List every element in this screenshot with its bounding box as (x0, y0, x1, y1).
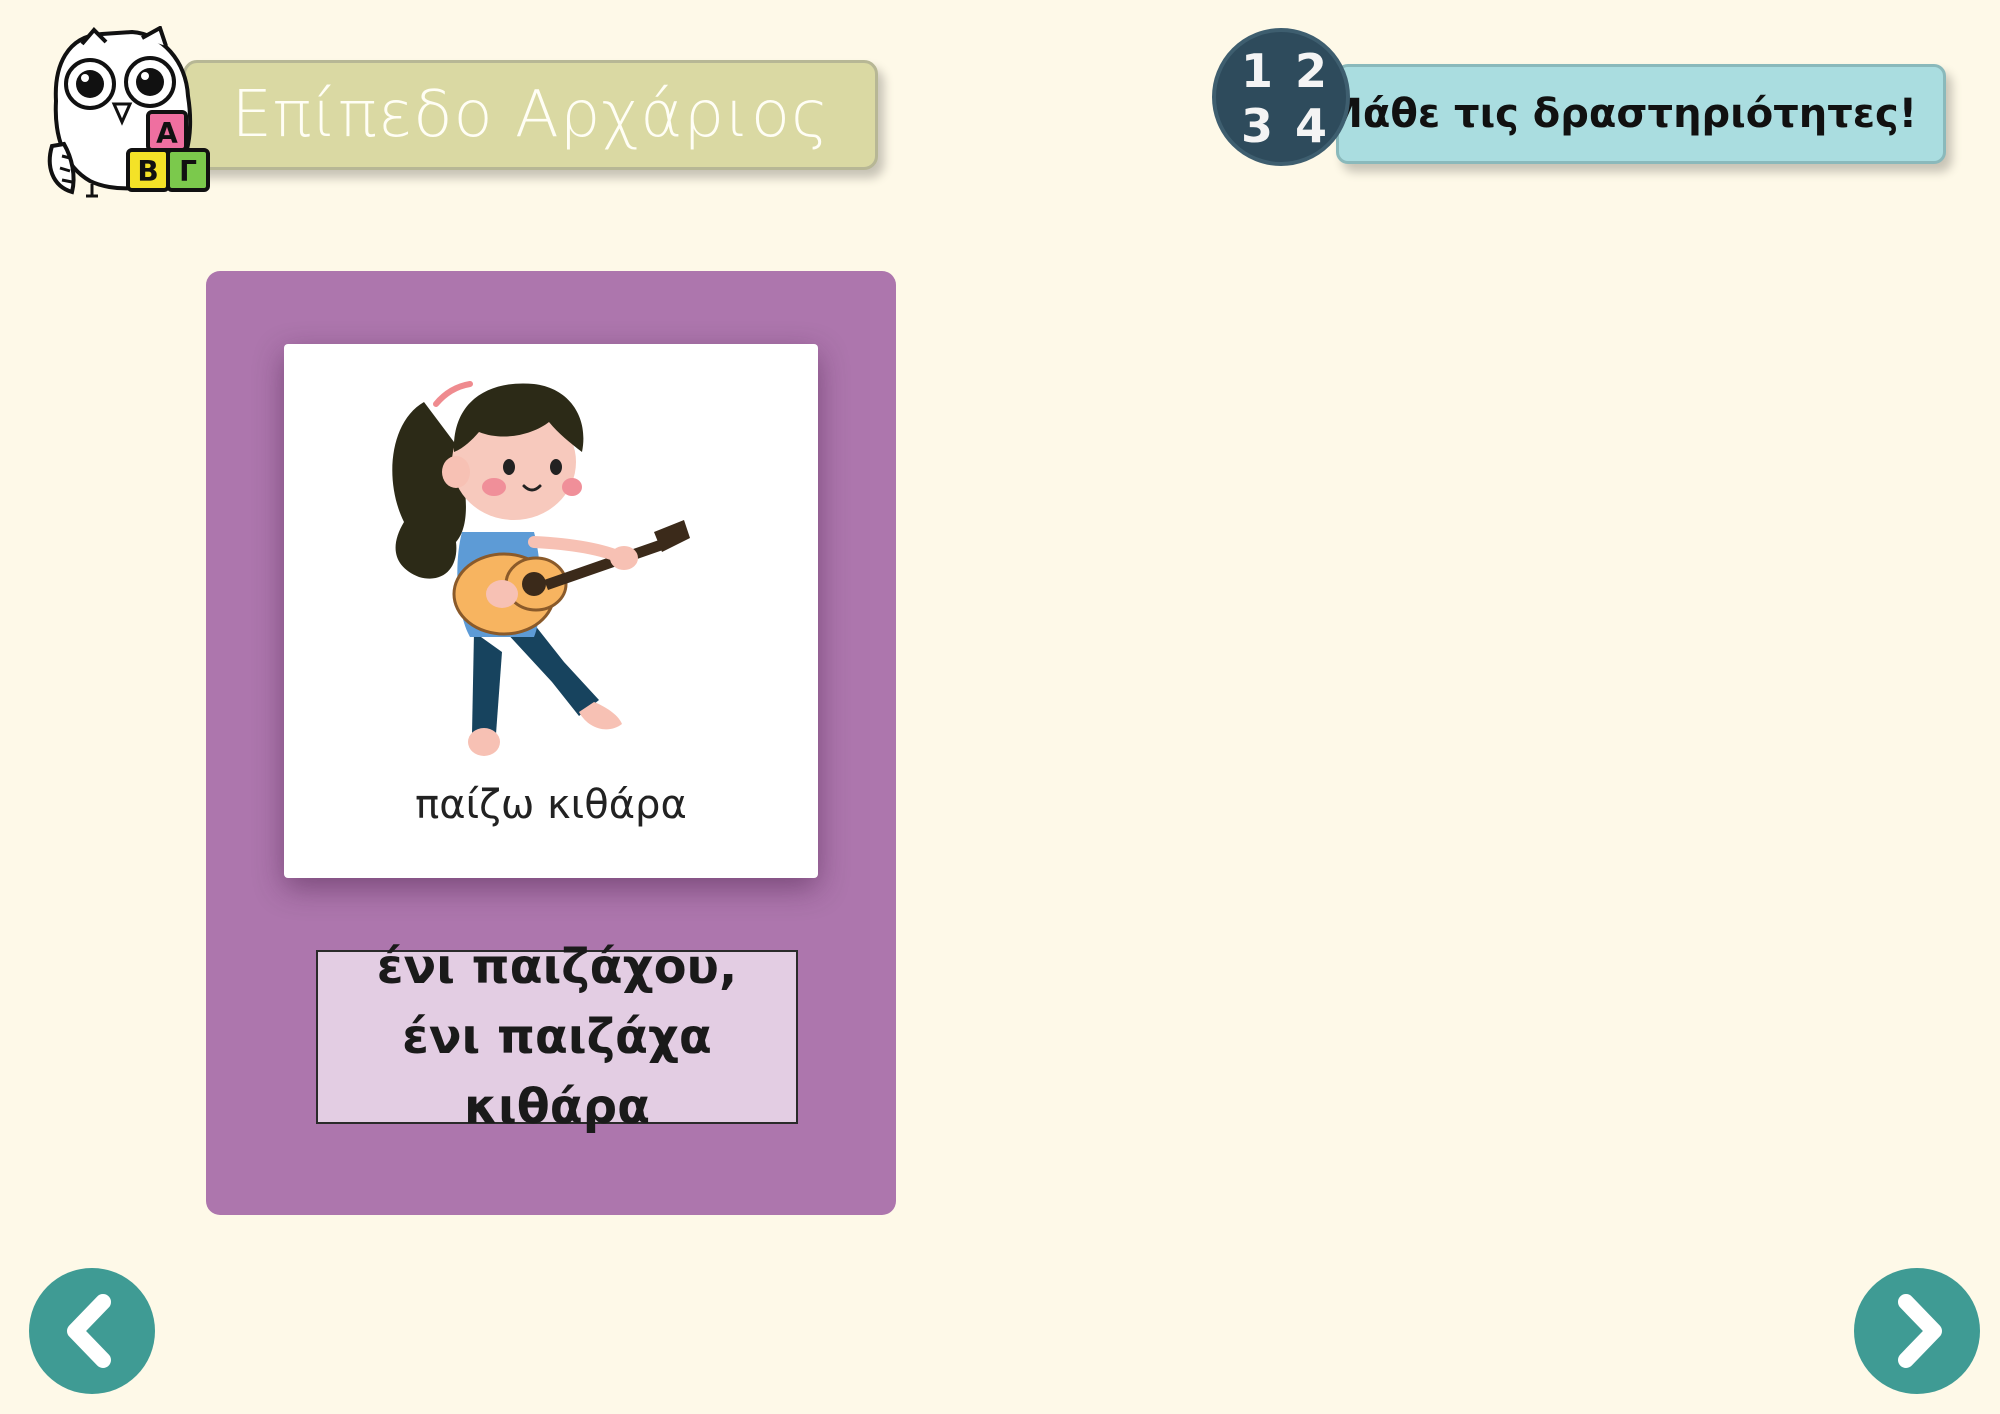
level-banner: Επίπεδο Αρχάριος (183, 60, 878, 170)
activity-caption: παίζω κιθάρα (415, 782, 687, 828)
badge-number: 3 (1240, 99, 1273, 153)
owl-abc-logo: Α Β Γ (47, 26, 210, 198)
dialect-phrase-box: ένι παιζάχου, ένι παιζάχα κιθάρα (316, 939, 798, 1135)
numbers-badge-icon: 1 2 3 4 (1212, 28, 1350, 166)
activity-card: παίζω κιθάρα ένι παιζάχου, ένι παιζάχα κ… (206, 271, 896, 1215)
next-button[interactable] (1854, 1268, 1980, 1394)
chevron-left-icon (67, 1294, 111, 1368)
level-title: Επίπεδο Αρχάριος (231, 78, 830, 152)
previous-button[interactable] (29, 1268, 155, 1394)
badge-number: 2 (1294, 44, 1327, 98)
chevron-right-icon (1898, 1294, 1942, 1368)
logo-letter-g: Γ (179, 155, 197, 188)
instruction-text: Μάθε τις δραστηριότητες! (1323, 91, 1917, 137)
logo-letter-a: Α (156, 117, 178, 150)
instruction-banner: Μάθε τις δραστηριότητες! (1323, 64, 1946, 164)
girl-playing-guitar-icon (392, 381, 690, 756)
badge-number: 4 (1294, 99, 1327, 153)
logo-letter-b: Β (137, 155, 158, 188)
image-panel: παίζω κιθάρα (284, 344, 818, 878)
dialect-phrase: ένι παιζάχου, ένι παιζάχα κιθάρα (376, 939, 738, 1135)
badge-number: 1 (1240, 44, 1273, 98)
